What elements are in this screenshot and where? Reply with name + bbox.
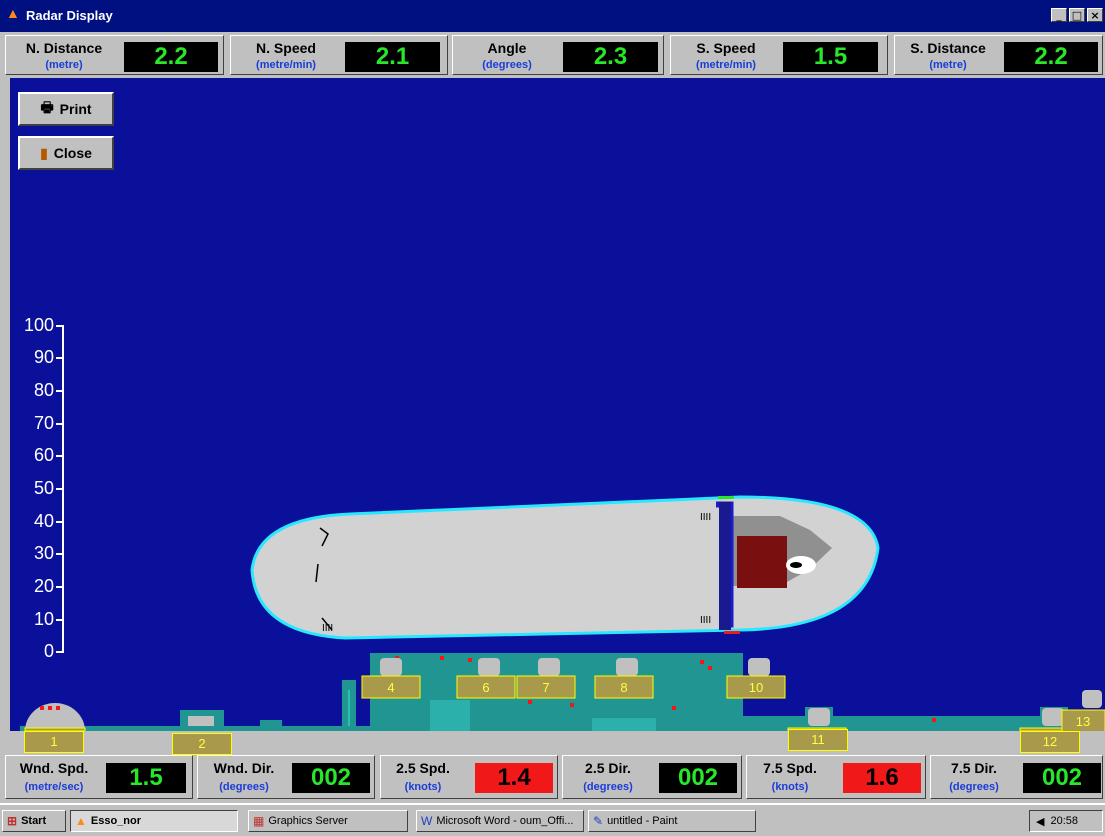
metric-wind-speed: Wnd. Spd. (metre/sec) 1.5 <box>5 755 193 799</box>
minimize-button[interactable]: _ <box>1051 8 1067 22</box>
taskbar-item-label: untitled - Paint <box>607 815 678 827</box>
metric-label: 7.5 Dir. <box>951 760 997 776</box>
top-metrics-panel: N. Distance (metre) 2.2 N. Speed (metre/… <box>0 32 1105 78</box>
metric-wind-direction: Wnd. Dir. (degrees) 002 <box>197 755 375 799</box>
jetty: 4 6 7 8 10 13 <box>20 653 1105 731</box>
metric-unit: (metre) <box>929 59 967 71</box>
berth-label-1[interactable]: 1 <box>24 731 84 753</box>
taskbar-item-graphics-server[interactable]: ▦ Graphics Server <box>248 810 408 832</box>
metric-value-alert: 1.6 <box>843 763 921 793</box>
metric-north-speed: N. Speed (metre/min) 2.1 <box>230 35 448 75</box>
metric-value: 002 <box>1023 763 1101 793</box>
berth-diagram: IIII IIII IIII 4 6 7 8 10 13 <box>20 495 1105 731</box>
speaker-icon[interactable]: ◀ <box>1036 815 1044 828</box>
ship-icon: ▲ <box>75 814 87 828</box>
metric-unit: (degrees) <box>482 59 532 71</box>
metric-2-5-speed: 2.5 Spd. (knots) 1.4 <box>380 755 558 799</box>
metric-label: N. Speed <box>256 40 316 56</box>
window-title: Radar Display <box>26 8 113 23</box>
close-window-button[interactable]: × <box>1087 8 1103 22</box>
berth-label: 6 <box>482 680 489 695</box>
taskbar-item-paint[interactable]: ✎ untitled - Paint <box>588 810 756 832</box>
metric-label: 7.5 Spd. <box>763 760 817 776</box>
berth-label: 7 <box>542 680 549 695</box>
maximize-button[interactable]: □ <box>1069 8 1085 22</box>
metric-north-distance: N. Distance (metre) 2.2 <box>5 35 224 75</box>
berth-label: 10 <box>749 680 763 695</box>
svg-text:IIII: IIII <box>700 512 711 523</box>
metric-unit: (degrees) <box>583 781 633 793</box>
metric-south-speed: S. Speed (metre/min) 1.5 <box>670 35 888 75</box>
berth-label-11[interactable]: 11 <box>788 729 848 751</box>
metric-2-5-direction: 2.5 Dir. (degrees) 002 <box>562 755 742 799</box>
metric-label: S. Speed <box>696 40 756 56</box>
taskbar-item-label: Microsoft Word - oum_Offi... <box>436 815 574 827</box>
metric-value: 2.3 <box>563 42 658 72</box>
svg-text:IIII: IIII <box>322 623 333 634</box>
start-label: Start <box>21 815 47 827</box>
metric-value: 2.2 <box>1004 42 1098 72</box>
metric-value: 2.1 <box>345 42 440 72</box>
taskbar-item-word[interactable]: W Microsoft Word - oum_Offi... <box>416 810 584 832</box>
berth-label-12[interactable]: 12 <box>1020 731 1080 753</box>
berth-label: 4 <box>387 680 394 695</box>
ship-icon: ▲ <box>6 5 20 21</box>
metric-unit: (metre/min) <box>696 59 756 71</box>
metric-value: 2.2 <box>124 42 218 72</box>
metric-7-5-direction: 7.5 Dir. (degrees) 002 <box>930 755 1103 799</box>
taskbar: ⊞ Start ▲ Esso_nor ▦ Graphics Server W M… <box>0 803 1105 836</box>
metric-unit: (degrees) <box>949 781 999 793</box>
metric-unit: (metre) <box>45 59 83 71</box>
metric-label: S. Distance <box>910 40 986 56</box>
metric-value: 002 <box>659 763 737 793</box>
metric-value-alert: 1.4 <box>475 763 553 793</box>
metric-label: Angle <box>487 40 527 56</box>
windows-logo-icon: ⊞ <box>7 814 18 828</box>
metric-south-distance: S. Distance (metre) 2.2 <box>894 35 1103 75</box>
paint-icon: ✎ <box>593 814 604 828</box>
bottom-metrics-panel: Wnd. Spd. (metre/sec) 1.5 Wnd. Dir. (deg… <box>0 729 1105 803</box>
clock: 20:58 <box>1050 815 1078 827</box>
taskbar-item-label: Esso_nor <box>90 815 142 827</box>
svg-text:IIII: IIII <box>700 615 711 626</box>
metric-unit: (knots) <box>404 781 442 793</box>
metric-value: 1.5 <box>783 42 878 72</box>
metric-angle: Angle (degrees) 2.3 <box>452 35 664 75</box>
metric-label: 2.5 Spd. <box>396 760 450 776</box>
metric-label: 2.5 Dir. <box>585 760 631 776</box>
start-button[interactable]: ⊞ Start <box>2 810 66 832</box>
window-title-bar[interactable]: ▲ Radar Display _ □ × <box>0 0 1105 32</box>
word-icon: W <box>421 814 433 828</box>
system-tray: ◀ 20:58 <box>1029 810 1103 832</box>
berth-label: 8 <box>620 680 627 695</box>
metric-label: Wnd. Dir. <box>213 760 275 776</box>
berth-label-2[interactable]: 2 <box>172 733 232 755</box>
graphics-icon: ▦ <box>253 814 265 828</box>
radar-view: 🖶 Print ▮ Close 100 90 80 70 60 50 40 30… <box>10 78 1105 731</box>
taskbar-item-label: Graphics Server <box>268 815 348 827</box>
berth-label: 13 <box>1076 714 1090 729</box>
metric-value: 1.5 <box>106 763 186 793</box>
metric-value: 002 <box>292 763 370 793</box>
metric-label: N. Distance <box>25 40 103 56</box>
metric-unit: (metre/min) <box>256 59 316 71</box>
metric-unit: (knots) <box>771 781 809 793</box>
metric-7-5-speed: 7.5 Spd. (knots) 1.6 <box>746 755 926 799</box>
metric-label: Wnd. Spd. <box>19 760 89 776</box>
taskbar-item-esso[interactable]: ▲ Esso_nor <box>70 810 238 832</box>
ship-hull[interactable]: IIII IIII IIII <box>250 495 880 640</box>
metric-unit: (metre/sec) <box>24 781 84 793</box>
metric-unit: (degrees) <box>219 781 269 793</box>
